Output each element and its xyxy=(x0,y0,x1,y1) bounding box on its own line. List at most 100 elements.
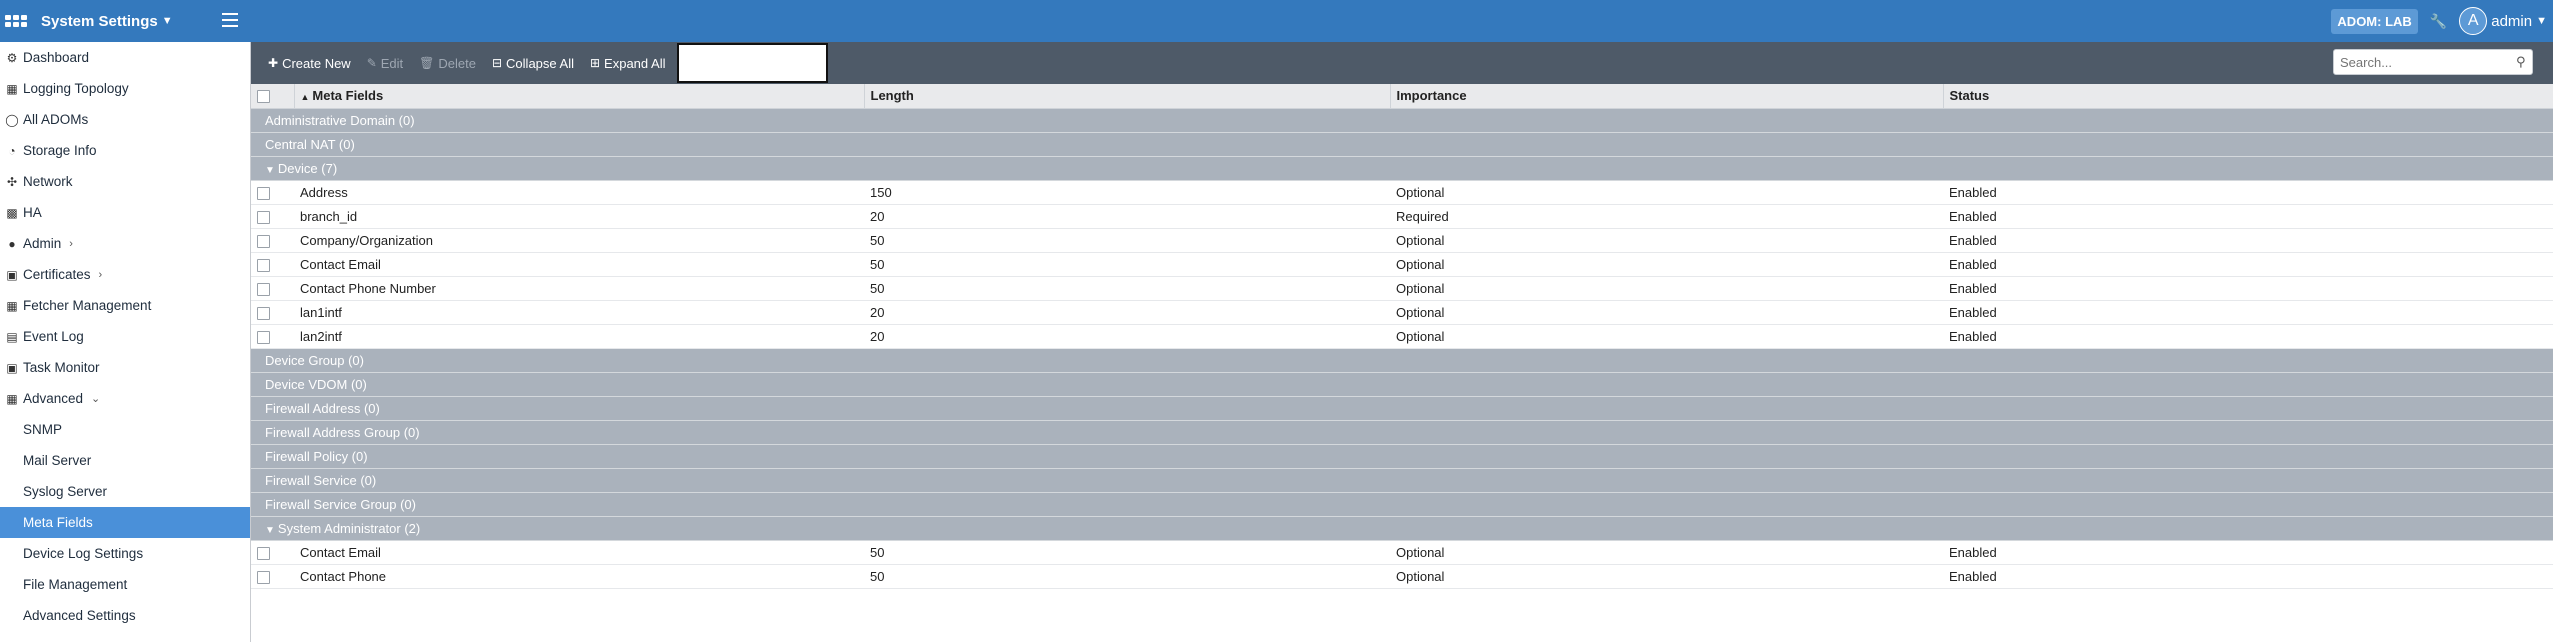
caret-down-icon[interactable]: ▼ xyxy=(265,165,275,176)
select-all-checkbox[interactable] xyxy=(257,90,270,104)
group-row[interactable]: ▼ System Administrator (2) xyxy=(251,516,2553,541)
table-row[interactable]: Contact Email 50 Optional Enabled xyxy=(251,540,2553,565)
sidebar-item-fetcher-management[interactable]: ▦ Fetcher Management xyxy=(0,290,250,321)
cell-field: Contact Phone xyxy=(294,564,864,589)
group-row[interactable]: Device VDOM (0) xyxy=(251,372,2553,397)
sidebar-item-label: Advanced Settings xyxy=(23,608,136,623)
create-new-button[interactable]: ✚ Create New xyxy=(268,56,351,71)
group-row[interactable]: Firewall Address (0) xyxy=(251,396,2553,421)
table-row[interactable]: Contact Email 50 Optional Enabled xyxy=(251,252,2553,277)
sidebar-item-event-log[interactable]: ▤ Event Log xyxy=(0,321,250,352)
table-header-row: ▲ Meta Fields Length Importance Status xyxy=(251,84,2553,109)
group-row[interactable]: Firewall Address Group (0) xyxy=(251,420,2553,445)
row-checkbox[interactable] xyxy=(257,546,270,560)
group-label: Firewall Service (0) xyxy=(265,472,377,488)
cell-importance: Required xyxy=(1390,204,1943,229)
sidebar-item-device-log-settings[interactable]: Device Log Settings xyxy=(0,538,250,569)
avatar[interactable]: A xyxy=(2459,7,2488,35)
sidebar-item-syslog-server[interactable]: Syslog Server xyxy=(0,476,250,507)
group-row[interactable]: Firewall Policy (0) xyxy=(251,444,2553,469)
edit-button[interactable]: ✎ Edit xyxy=(367,56,403,71)
group-row[interactable]: Device Group (0) xyxy=(251,348,2553,373)
row-checkbox[interactable] xyxy=(257,570,270,584)
wrench-icon[interactable]: 🔧 xyxy=(2430,13,2447,30)
sidebar-item-storage-info[interactable]: ◔ Storage Info xyxy=(0,135,250,166)
sidebar-item-dashboard[interactable]: ⚙ Dashboard xyxy=(0,42,250,73)
group-cell: Device Group (0) xyxy=(251,348,2553,373)
certificate-icon: ▣ xyxy=(6,267,18,282)
network-icon: ✣ xyxy=(6,174,18,189)
row-checkbox[interactable] xyxy=(257,258,270,272)
group-row[interactable]: Firewall Service Group (0) xyxy=(251,492,2553,517)
group-label: Device VDOM (0) xyxy=(265,376,367,392)
group-label: Firewall Policy (0) xyxy=(265,448,368,464)
sidebar-item-label: SNMP xyxy=(23,422,63,437)
column-header-status[interactable]: Status xyxy=(1943,84,2553,109)
sidebar-item-file-management[interactable]: File Management xyxy=(0,569,250,600)
chevron-down-icon[interactable]: ▼ xyxy=(2536,15,2547,27)
group-row[interactable]: Firewall Service (0) xyxy=(251,468,2553,493)
table-row[interactable]: lan2intf 20 Optional Enabled xyxy=(251,324,2553,349)
sidebar-item-label: Device Log Settings xyxy=(23,546,144,561)
sidebar-item-label: Fetcher Management xyxy=(23,298,152,313)
task-monitor-icon: ▣ xyxy=(6,360,18,375)
column-header-importance[interactable]: Importance xyxy=(1390,84,1944,109)
expand-all-label: Expand All xyxy=(604,55,666,71)
group-cell: Firewall Address Group (0) xyxy=(251,420,2553,445)
sidebar-item-network[interactable]: ✣ Network xyxy=(0,166,250,197)
menu-toggle-icon[interactable] xyxy=(222,13,238,27)
row-checkbox[interactable] xyxy=(257,186,270,200)
sidebar-item-label: Certificates xyxy=(23,267,91,282)
sidebar-item-label: Syslog Server xyxy=(23,484,108,499)
user-menu[interactable]: admin xyxy=(2491,13,2532,30)
group-row[interactable]: Administrative Domain (0) xyxy=(251,108,2553,133)
cell-status: Enabled xyxy=(1943,252,2553,277)
sidebar-item-mail-server[interactable]: Mail Server xyxy=(0,445,250,476)
sidebar-item-label: Storage Info xyxy=(23,143,97,158)
table-row[interactable]: Company/Organization 50 Optional Enabled xyxy=(251,228,2553,253)
sidebar-item-all-adoms[interactable]: ◯ All ADOMs xyxy=(0,104,250,135)
caret-down-icon[interactable]: ▼ xyxy=(265,525,275,536)
sidebar-item-ha[interactable]: ▩ HA xyxy=(0,197,250,228)
row-checkbox[interactable] xyxy=(257,306,270,320)
sidebar-item-admin[interactable]: ● Admin › xyxy=(0,228,250,259)
search-icon[interactable]: ⚲ xyxy=(2516,54,2532,70)
table-row[interactable]: branch_id 20 Required Enabled xyxy=(251,204,2553,229)
row-checkbox[interactable] xyxy=(257,234,270,248)
sidebar-item-task-monitor[interactable]: ▣ Task Monitor xyxy=(0,352,250,383)
trash-icon: 🗑 xyxy=(419,56,435,70)
sidebar-item-label: All ADOMs xyxy=(23,112,89,127)
table-row[interactable]: lan1intf 20 Optional Enabled xyxy=(251,300,2553,325)
app-switcher[interactable]: System Settings ▼ xyxy=(0,0,249,42)
sidebar-item-snmp[interactable]: SNMP xyxy=(0,414,250,445)
row-checkbox[interactable] xyxy=(257,330,270,344)
cell-importance: Optional xyxy=(1390,276,1943,301)
delete-button[interactable]: 🗑 Delete xyxy=(419,56,476,71)
sidebar-item-certificates[interactable]: ▣ Certificates › xyxy=(0,259,250,290)
group-row[interactable]: ▼ Device (7) xyxy=(251,156,2553,181)
cell-importance: Optional xyxy=(1390,228,1943,253)
table-row[interactable]: Address 150 Optional Enabled xyxy=(251,180,2553,205)
fetcher-icon: ▦ xyxy=(6,298,18,313)
column-header-length[interactable]: Length xyxy=(864,84,1391,109)
ha-icon: ▩ xyxy=(6,205,18,220)
table-row[interactable]: Contact Phone 50 Optional Enabled xyxy=(251,564,2553,589)
row-checkbox[interactable] xyxy=(257,282,270,296)
cell-status: Enabled xyxy=(1943,564,2553,589)
row-checkbox[interactable] xyxy=(257,210,270,224)
group-row[interactable]: Central NAT (0) xyxy=(251,132,2553,157)
sidebar-item-label: Dashboard xyxy=(23,50,90,65)
column-header-meta-fields[interactable]: ▲ Meta Fields xyxy=(294,84,865,109)
group-cell: ▼ Device (7) xyxy=(251,156,2553,181)
pie-chart-icon: ◔ xyxy=(8,143,16,158)
expand-all-button[interactable]: ⊞ Expand All xyxy=(590,56,666,71)
row-select-cell xyxy=(251,300,294,325)
adom-badge[interactable]: ADOM: LAB xyxy=(2331,8,2418,34)
sidebar-item-advanced-settings[interactable]: Advanced Settings xyxy=(0,600,250,631)
table-row[interactable]: Contact Phone Number 50 Optional Enabled xyxy=(251,276,2553,301)
collapse-all-button[interactable]: ⊟ Collapse All xyxy=(492,56,574,71)
sidebar-item-advanced[interactable]: ▦ Advanced ⌄ xyxy=(0,383,250,414)
search-input[interactable] xyxy=(2334,51,2516,73)
sidebar-item-meta-fields[interactable]: Meta Fields xyxy=(0,507,250,538)
sidebar-item-logging-topology[interactable]: ▦ Logging Topology xyxy=(0,73,250,104)
